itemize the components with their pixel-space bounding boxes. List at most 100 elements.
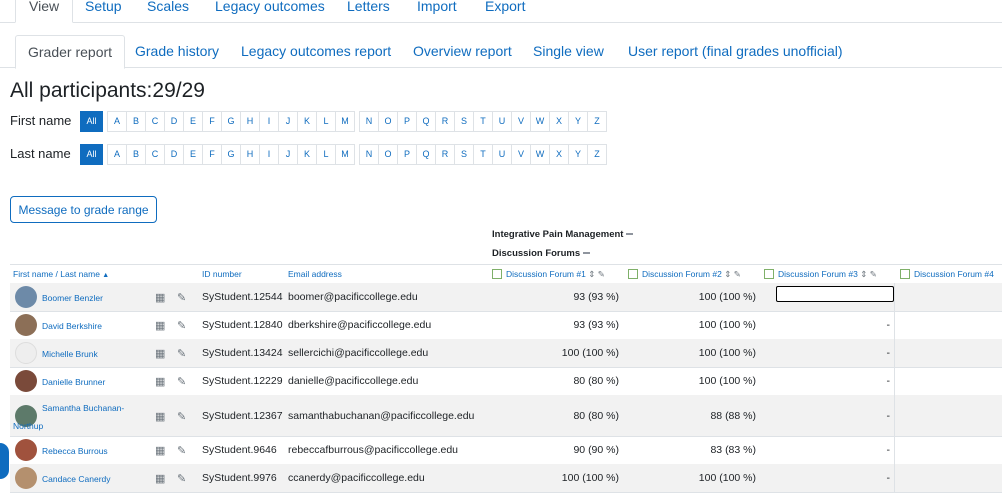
last-name-filter-x[interactable]: X: [549, 144, 569, 165]
first-name-filter-o[interactable]: O: [378, 111, 398, 132]
forum-1-grade-cell[interactable]: 80 (80 %): [573, 375, 619, 387]
grade-analysis-icon[interactable]: ▦: [155, 410, 165, 423]
last-name-all-filter[interactable]: All: [80, 144, 103, 165]
forum-2-grade-cell[interactable]: 100 (100 %): [699, 375, 756, 387]
last-name-filter-v[interactable]: V: [511, 144, 531, 165]
pencil-icon[interactable]: ✎: [177, 444, 186, 457]
forum-1-grade-cell[interactable]: 93 (93 %): [573, 319, 619, 331]
first-name-filter-k[interactable]: K: [297, 111, 317, 132]
sort-id-header[interactable]: ID number: [202, 269, 242, 279]
first-name-filter-w[interactable]: W: [530, 111, 550, 132]
first-name-filter-m[interactable]: M: [335, 111, 355, 132]
last-name-filter-e[interactable]: E: [183, 144, 203, 165]
last-name-filter-n[interactable]: N: [359, 144, 379, 165]
last-name-filter-h[interactable]: H: [240, 144, 260, 165]
first-name-filter-l[interactable]: L: [316, 111, 336, 132]
avatar[interactable]: [15, 342, 37, 364]
first-name-filter-y[interactable]: Y: [568, 111, 588, 132]
last-name-filter-q[interactable]: Q: [416, 144, 436, 165]
tab-user-report[interactable]: User report (final grades unofficial): [628, 35, 843, 67]
last-name-filter-b[interactable]: B: [126, 144, 146, 165]
student-name-link[interactable]: Rebecca Burrous: [42, 446, 108, 456]
forum-1-grade-cell[interactable]: 80 (80 %): [573, 410, 619, 422]
tab-import[interactable]: Import: [417, 0, 457, 18]
avatar[interactable]: [15, 286, 37, 308]
sort-email-header[interactable]: Email address: [288, 269, 342, 279]
first-name-filter-x[interactable]: X: [549, 111, 569, 132]
last-name-filter-f[interactable]: F: [202, 144, 222, 165]
tab-legacy-outcomes[interactable]: Legacy outcomes: [215, 0, 325, 18]
last-name-filter-a[interactable]: A: [107, 144, 127, 165]
pencil-icon[interactable]: ✎: [177, 347, 186, 360]
pencil-icon[interactable]: ✎: [177, 319, 186, 332]
pencil-icon[interactable]: ✎: [177, 375, 186, 388]
forum-2-grade-cell[interactable]: 100 (100 %): [699, 472, 756, 484]
last-name-filter-y[interactable]: Y: [568, 144, 588, 165]
student-name-link[interactable]: Boomer Benzler: [42, 293, 103, 303]
last-name-filter-o[interactable]: O: [378, 144, 398, 165]
student-name-link[interactable]: David Berkshire: [42, 321, 102, 331]
first-name-filter-t[interactable]: T: [473, 111, 493, 132]
forum-1-grade-cell[interactable]: 93 (93 %): [573, 291, 619, 303]
student-name-link[interactable]: Danielle Brunner: [42, 377, 105, 387]
first-name-all-filter[interactable]: All: [80, 111, 103, 132]
grade-analysis-icon[interactable]: ▦: [155, 319, 165, 332]
last-name-filter-j[interactable]: J: [278, 144, 298, 165]
last-name-filter-i[interactable]: I: [259, 144, 279, 165]
first-name-filter-i[interactable]: I: [259, 111, 279, 132]
last-name-filter-s[interactable]: S: [454, 144, 474, 165]
first-name-filter-e[interactable]: E: [183, 111, 203, 132]
sort-name-header[interactable]: First name / Last name ▲: [13, 269, 109, 279]
avatar[interactable]: [15, 467, 37, 489]
forum-2-grade-cell[interactable]: 100 (100 %): [699, 319, 756, 331]
forum-3-header[interactable]: Discussion Forum #3 ⇕ ✎: [764, 268, 877, 280]
drawer-toggle-handle[interactable]: [0, 443, 9, 479]
first-name-filter-f[interactable]: F: [202, 111, 222, 132]
tab-setup[interactable]: Setup: [85, 0, 122, 18]
sort-icon[interactable]: ⇕: [588, 269, 595, 279]
first-name-filter-n[interactable]: N: [359, 111, 379, 132]
forum-2-grade-cell[interactable]: 100 (100 %): [699, 347, 756, 359]
forums-category-header[interactable]: Discussion Forums: [492, 248, 591, 259]
grade-analysis-icon[interactable]: ▦: [155, 472, 165, 485]
first-name-filter-d[interactable]: D: [164, 111, 184, 132]
forum-1-grade-cell[interactable]: 100 (100 %): [562, 472, 619, 484]
tab-grade-history[interactable]: Grade history: [135, 35, 219, 67]
collapse-icon[interactable]: [583, 252, 591, 255]
first-name-filter-j[interactable]: J: [278, 111, 298, 132]
pencil-icon[interactable]: ✎: [177, 291, 186, 304]
forum-1-grade-cell[interactable]: 100 (100 %): [562, 347, 619, 359]
first-name-filter-b[interactable]: B: [126, 111, 146, 132]
tab-legacy-outcomes-report[interactable]: Legacy outcomes report: [241, 35, 391, 67]
first-name-filter-c[interactable]: C: [145, 111, 165, 132]
grade-analysis-icon[interactable]: ▦: [155, 444, 165, 457]
first-name-filter-z[interactable]: Z: [587, 111, 607, 132]
last-name-filter-w[interactable]: W: [530, 144, 550, 165]
last-name-filter-r[interactable]: R: [435, 144, 455, 165]
forum-3-grade-cell[interactable]: -: [887, 375, 891, 387]
forum-3-grade-input[interactable]: [776, 286, 894, 302]
last-name-filter-d[interactable]: D: [164, 144, 184, 165]
message-to-grade-range-button[interactable]: Message to grade range: [10, 196, 157, 223]
forum-3-grade-cell[interactable]: -: [887, 410, 891, 422]
sort-icon[interactable]: ⇕: [860, 269, 867, 279]
tab-view[interactable]: View: [15, 0, 74, 23]
grade-analysis-icon[interactable]: ▦: [155, 375, 165, 388]
last-name-filter-l[interactable]: L: [316, 144, 336, 165]
forum-3-grade-cell[interactable]: -: [887, 347, 891, 359]
grade-analysis-icon[interactable]: ▦: [155, 347, 165, 360]
forum-3-grade-cell[interactable]: -: [887, 444, 891, 456]
last-name-filter-k[interactable]: K: [297, 144, 317, 165]
forum-2-grade-cell[interactable]: 100 (100 %): [699, 291, 756, 303]
last-name-filter-g[interactable]: G: [221, 144, 241, 165]
forum-3-grade-cell[interactable]: -: [887, 472, 891, 484]
avatar[interactable]: [15, 370, 37, 392]
tab-scales[interactable]: Scales: [147, 0, 189, 18]
forum-3-grade-cell[interactable]: -: [887, 319, 891, 331]
first-name-filter-q[interactable]: Q: [416, 111, 436, 132]
forum-2-header[interactable]: Discussion Forum #2 ⇕ ✎: [628, 268, 741, 280]
first-name-filter-u[interactable]: U: [492, 111, 512, 132]
sort-icon[interactable]: ⇕: [724, 269, 731, 279]
first-name-filter-s[interactable]: S: [454, 111, 474, 132]
last-name-filter-p[interactable]: P: [397, 144, 417, 165]
